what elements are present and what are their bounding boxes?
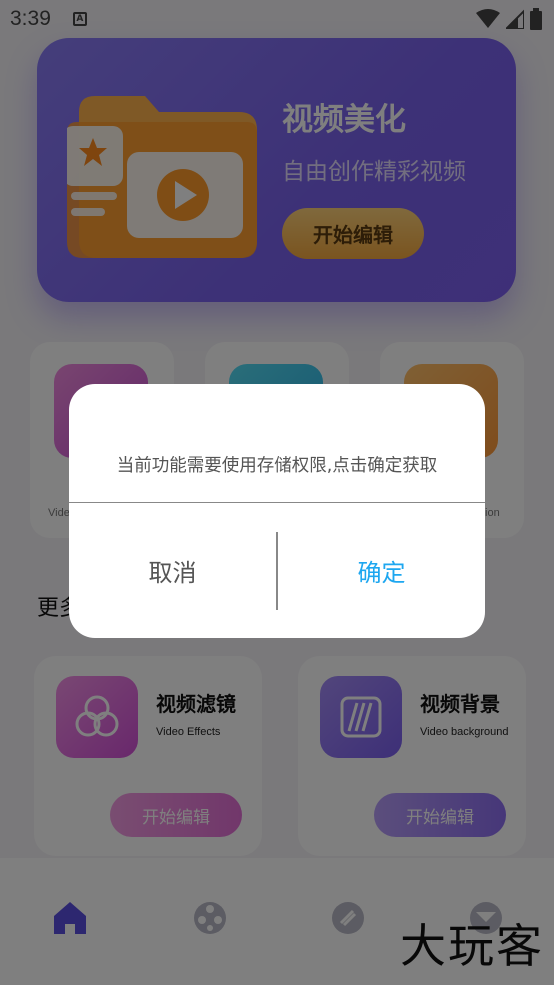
- confirm-button[interactable]: 确定: [278, 503, 485, 638]
- battery-icon: [530, 8, 542, 30]
- notification-icon: A: [72, 12, 87, 26]
- wifi-icon: [476, 9, 500, 28]
- permission-dialog: 当前功能需要使用存储权限,点击确定获取 取消 确定: [69, 384, 485, 638]
- signal-icon: [506, 9, 524, 29]
- status-bar: 3:39 A: [0, 0, 554, 38]
- cancel-button[interactable]: 取消: [69, 503, 276, 638]
- status-indicators: [476, 8, 542, 30]
- dialog-message: 当前功能需要使用存储权限,点击确定获取: [116, 456, 438, 476]
- status-time: 3:39: [10, 7, 51, 30]
